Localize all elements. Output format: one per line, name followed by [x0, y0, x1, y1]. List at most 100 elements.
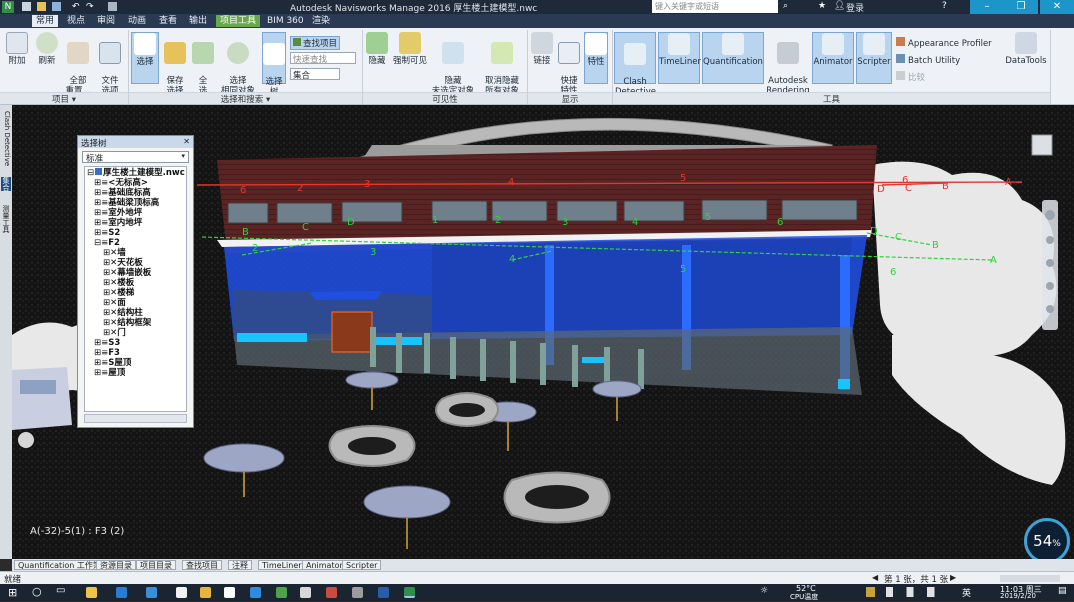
notification-icon[interactable]: ▤ — [1058, 586, 1067, 596]
pane-tab-find-items[interactable]: 查找项目 — [182, 560, 222, 570]
find-items-button[interactable]: 查找项目 — [290, 36, 341, 50]
tree-filter-dropdown[interactable]: 标准 ▾ — [82, 151, 189, 164]
pane-tab-resource-catalog[interactable]: 资源目录 — [96, 560, 136, 570]
sheet-next-icon[interactable]: ▶ — [950, 573, 956, 582]
taskbar-ie-icon[interactable] — [146, 587, 157, 598]
tree-node-category[interactable]: ⊞✕幕墙嵌板 — [87, 268, 184, 278]
clock-date[interactable]: 2019/2/20 — [1000, 592, 1036, 600]
weather-icon[interactable]: ☼ — [760, 586, 768, 596]
tab-viewpoint[interactable]: 视点 — [63, 15, 89, 27]
scripter-button[interactable]: Scripter — [856, 32, 892, 84]
timeliner-button[interactable]: TimeLiner — [658, 32, 701, 84]
tab-view[interactable]: 查看 — [155, 15, 181, 27]
select-all-button[interactable]: 全 选 — [192, 32, 214, 96]
file-options-button[interactable]: 文件 选项 — [96, 32, 124, 96]
select-button[interactable]: 选择 — [131, 32, 159, 84]
user-icon[interactable]: 👤︎ — [834, 1, 845, 11]
start-icon[interactable]: ⊞ — [8, 586, 17, 599]
select-same-button[interactable]: 选择 相同对象 — [218, 32, 258, 96]
group-display-label[interactable]: 显示 — [528, 92, 612, 105]
pane-tab-item-catalog[interactable]: 项目目录 — [136, 560, 176, 570]
tree-list[interactable]: ⊟ 厚生楼土建模型.nwc ⊞≡<无标高> ⊞≡基础底标高 ⊞≡基础梁顶标高 ⊞≡… — [84, 166, 187, 412]
taskbar-folder-icon[interactable] — [200, 587, 211, 598]
quick-find-input[interactable]: 快速查找 — [290, 52, 356, 65]
quantification-button[interactable]: Quantification — [702, 32, 764, 84]
autodesk-rendering-button[interactable]: Autodesk Rendering — [766, 32, 810, 96]
dock-tab-sets[interactable]: 集合 — [1, 177, 11, 191]
reset-all-button[interactable]: 全部 重置... — [64, 32, 92, 96]
compare-button[interactable]: 比较 — [896, 71, 925, 83]
taskbar-app-icon[interactable] — [250, 587, 261, 598]
tree-node-level[interactable]: ⊞≡屋顶 — [87, 368, 184, 378]
group-tools-label[interactable]: 工具 — [613, 92, 1050, 105]
pane-tab-quantification-workbook[interactable]: Quantification 工作簿 — [14, 560, 105, 570]
appearance-profiler-button[interactable]: Appearance Profiler — [896, 37, 992, 49]
taskbar-app-icon[interactable] — [326, 587, 337, 598]
group-select-search-label[interactable]: 选择和搜索 ▾ — [129, 92, 362, 105]
login-link[interactable]: 登录 — [846, 1, 864, 14]
viewcube[interactable] — [1031, 134, 1053, 156]
tree-node-level[interactable]: ⊞≡S2 — [87, 228, 184, 238]
binoculars-icon[interactable]: ⌕ — [783, 1, 788, 11]
tree-node-category[interactable]: ⊞✕面 — [87, 298, 184, 308]
clash-detective-button[interactable]: Clash Detective — [614, 32, 656, 97]
hide-button[interactable]: 隐藏 — [365, 32, 389, 66]
quick-properties-button[interactable]: 快捷 特性 — [557, 32, 581, 96]
tab-bim360[interactable]: BIM 360 — [263, 15, 308, 27]
selection-tree-button[interactable]: 选择 树 — [262, 32, 286, 97]
taskbar-app-icon[interactable] — [176, 587, 187, 598]
pane-tab-animator[interactable]: Animator — [302, 560, 347, 570]
help-icon[interactable]: ? — [942, 1, 947, 11]
tree-node-category[interactable]: ⊞✕楼梯 — [87, 288, 184, 298]
taskbar-word-icon[interactable] — [378, 587, 389, 598]
save-selection-button[interactable]: 保存 选择 — [162, 32, 188, 96]
tree-node-level[interactable]: ⊞≡室外地坪 — [87, 208, 184, 218]
save-icon[interactable] — [52, 2, 61, 11]
taskbar-edge-icon[interactable] — [116, 587, 127, 598]
tree-node-category[interactable]: ⊞✕天花板 — [87, 258, 184, 268]
taskbar-navisworks-icon[interactable] — [404, 587, 415, 598]
taskbar-app-icon[interactable] — [86, 587, 97, 598]
tab-render[interactable]: 渲染 — [308, 15, 334, 27]
undo-icon[interactable]: ↶ — [72, 2, 80, 12]
close-icon[interactable]: ✕ — [183, 137, 190, 146]
append-button[interactable]: 附加 — [4, 32, 30, 66]
collapse-icon[interactable]: ⊟ — [87, 168, 94, 178]
open-icon[interactable] — [37, 2, 46, 11]
tree-node-level[interactable]: ⊞≡基础底标高 — [87, 188, 184, 198]
search-icon[interactable]: ○ — [32, 585, 42, 598]
group-visibility-label[interactable]: 可见性 — [363, 92, 527, 105]
tree-node-root[interactable]: ⊟ 厚生楼土建模型.nwc — [87, 168, 185, 178]
tab-review[interactable]: 审阅 — [93, 15, 119, 27]
navigation-bar[interactable] — [1042, 200, 1058, 330]
tree-node-category[interactable]: ⊞✕门 — [87, 328, 184, 338]
tree-node-level[interactable]: ⊞≡基础梁顶标高 — [87, 198, 184, 208]
redo-icon[interactable]: ↷ — [86, 2, 94, 12]
tab-output[interactable]: 输出 — [185, 15, 211, 27]
animator-button[interactable]: Animator — [812, 32, 854, 84]
taskbar-app-icon[interactable] — [276, 587, 287, 598]
taskbar-app-icon[interactable] — [352, 587, 363, 598]
entrance-door[interactable] — [331, 311, 373, 353]
task-view-icon[interactable]: ▭ — [56, 585, 65, 596]
tray-icons[interactable] — [866, 587, 956, 597]
tree-node-category[interactable]: ⊞✕墙 — [87, 248, 184, 258]
selection-tree-header[interactable]: 选择树 ✕ — [78, 136, 193, 149]
batch-utility-button[interactable]: Batch Utility — [896, 54, 960, 66]
ime-indicator[interactable]: 英 — [962, 586, 971, 599]
tree-node-level[interactable]: ⊞≡S3 — [87, 338, 184, 348]
datatools-button[interactable]: DataTools — [1004, 32, 1048, 66]
tree-node-level[interactable]: ⊞≡S屋顶 — [87, 358, 184, 368]
help-search-input[interactable]: 键入关键字或短语 — [652, 0, 778, 13]
pane-tab-scripter[interactable]: Scripter — [342, 560, 382, 570]
pane-tab-timeliner[interactable]: TimeLiner — [258, 560, 306, 570]
selection-tree-panel[interactable]: 选择树 ✕ 标准 ▾ ⊟ 厚生楼土建模型.nwc ⊞≡<无标高> ⊞≡基础底标高 … — [77, 135, 194, 428]
tree-node-level[interactable]: ⊞≡F3 — [87, 348, 184, 358]
links-button[interactable]: 链接 — [530, 32, 554, 66]
sheet-prev-icon[interactable]: ◀ — [872, 573, 878, 582]
star-icon[interactable]: ★ — [818, 1, 826, 11]
tab-item-tools[interactable]: 项目工具 — [216, 15, 261, 27]
dock-tab-measure[interactable]: 测量工具 — [1, 205, 11, 233]
tree-node-level-selected[interactable]: ⊟≡F2 — [87, 238, 184, 248]
require-visible-button[interactable]: 强制可见 — [392, 32, 428, 66]
